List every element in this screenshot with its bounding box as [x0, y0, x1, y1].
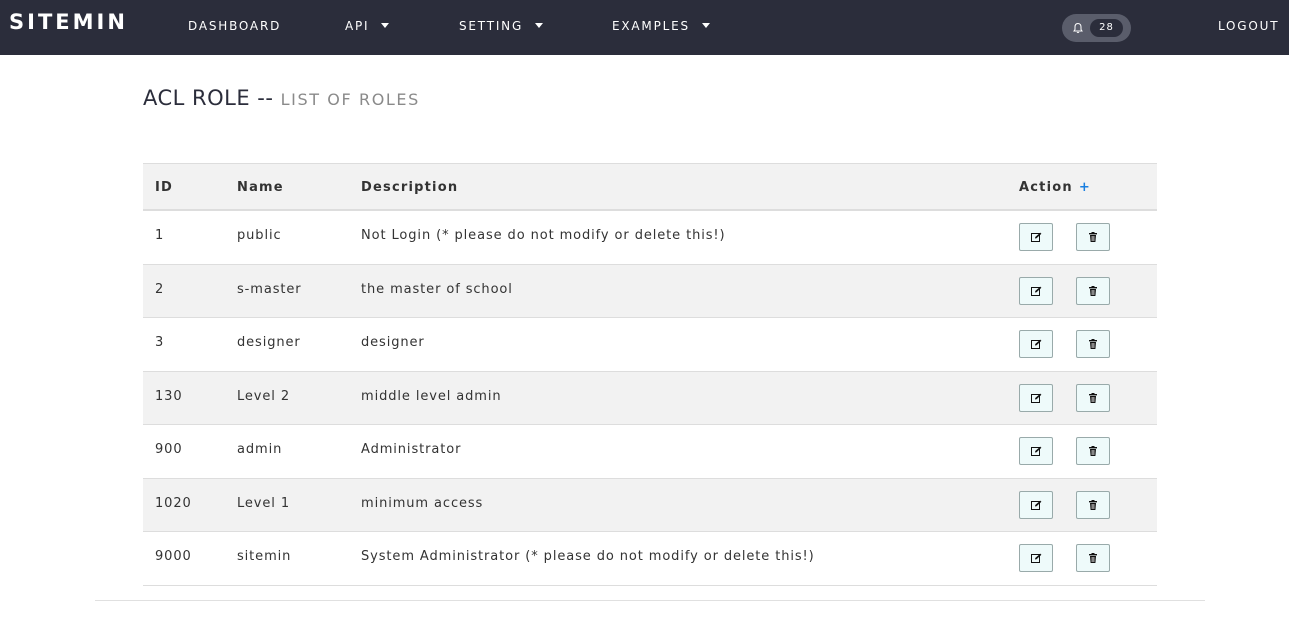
cell-description: middle level admin [361, 389, 502, 404]
delete-button[interactable] [1076, 277, 1110, 305]
column-header-description: Description [361, 180, 459, 195]
cell-name: designer [237, 335, 301, 350]
roles-table: ID Name Description Action + 1 public Not L… [143, 163, 1157, 586]
cell-id: 130 [155, 389, 183, 404]
trash-icon [1089, 286, 1097, 296]
table-row: 1020 Level 1 minimum access [143, 479, 1157, 532]
delete-button[interactable] [1076, 544, 1110, 572]
column-header-name: Name [237, 180, 284, 195]
table-body: 1 public Not Login (* please do not modify… [143, 211, 1157, 586]
cell-id: 9000 [155, 549, 192, 564]
cell-name: admin [237, 442, 283, 457]
cell-description: Not Login (* please do not modify or del… [361, 228, 726, 243]
edit-button[interactable] [1019, 277, 1053, 305]
cell-name: sitemin [237, 549, 292, 564]
brand-logo[interactable]: SITEMIN [9, 10, 128, 34]
page-title: ACL ROLE -- LIST OF ROLES [143, 86, 420, 110]
cell-id: 1020 [155, 496, 192, 511]
edit-button[interactable] [1019, 491, 1053, 519]
trash-icon [1089, 232, 1097, 242]
nav-setting-label: SETTING [459, 19, 524, 33]
trash-icon [1089, 500, 1097, 510]
bell-icon [1073, 22, 1083, 34]
nav-api-label: API [345, 19, 370, 33]
delete-button[interactable] [1076, 330, 1110, 358]
nav-examples-label: EXAMPLES [612, 19, 690, 33]
add-role-icon[interactable]: + [1079, 180, 1091, 195]
cell-description: System Administrator (* please do not mo… [361, 549, 815, 564]
table-row: 130 Level 2 middle level admin [143, 372, 1157, 425]
nav-examples[interactable]: EXAMPLES [612, 19, 710, 33]
table-row: 2 s-master the master of school [143, 265, 1157, 318]
notification-count-badge: 28 [1090, 19, 1123, 37]
cell-id: 900 [155, 442, 183, 457]
edit-icon [1031, 286, 1042, 296]
table-row: 1 public Not Login (* please do not modify… [143, 211, 1157, 265]
nav-dashboard[interactable]: DASHBOARD [188, 19, 281, 33]
top-navbar: SITEMIN DASHBOARD API SETTING EXAMPLES 2… [0, 0, 1289, 55]
edit-icon [1031, 339, 1042, 349]
delete-button[interactable] [1076, 491, 1110, 519]
edit-button[interactable] [1019, 223, 1053, 251]
cell-id: 2 [155, 282, 165, 297]
column-header-action: Action + [1019, 180, 1091, 195]
notification-button[interactable]: 28 [1062, 14, 1131, 42]
cell-description: designer [361, 335, 425, 350]
caret-down-icon [535, 23, 544, 28]
edit-icon [1031, 553, 1042, 563]
nav-setting[interactable]: SETTING [459, 19, 544, 33]
table-header: ID Name Description Action + [143, 164, 1157, 211]
cell-id: 1 [155, 228, 165, 243]
trash-icon [1089, 553, 1097, 563]
edit-button[interactable] [1019, 544, 1053, 572]
column-header-action-label: Action [1019, 180, 1073, 195]
page-subtitle: LIST OF ROLES [280, 90, 420, 109]
trash-icon [1089, 446, 1097, 456]
delete-button[interactable] [1076, 223, 1110, 251]
cell-name: public [237, 228, 282, 243]
caret-down-icon [701, 23, 710, 28]
cell-name: s-master [237, 282, 302, 297]
edit-button[interactable] [1019, 330, 1053, 358]
delete-button[interactable] [1076, 384, 1110, 412]
caret-down-icon [381, 23, 390, 28]
cell-description: the master of school [361, 282, 513, 297]
edit-icon [1031, 232, 1042, 242]
edit-button[interactable] [1019, 437, 1053, 465]
trash-icon [1089, 339, 1097, 349]
delete-button[interactable] [1076, 437, 1110, 465]
edit-icon [1031, 393, 1042, 403]
footer-divider [95, 600, 1205, 601]
page-title-text: ACL ROLE -- [143, 86, 274, 110]
nav-api[interactable]: API [345, 19, 390, 33]
logout-link[interactable]: LOGOUT [1218, 19, 1279, 33]
cell-name: Level 1 [237, 496, 291, 511]
trash-icon [1089, 393, 1097, 403]
table-row: 900 admin Administrator [143, 425, 1157, 479]
cell-name: Level 2 [237, 389, 291, 404]
column-header-id: ID [155, 180, 174, 195]
edit-icon [1031, 446, 1042, 456]
cell-description: minimum access [361, 496, 484, 511]
edit-icon [1031, 500, 1042, 510]
table-row: 9000 sitemin System Administrator (* pleas… [143, 532, 1157, 586]
edit-button[interactable] [1019, 384, 1053, 412]
table-row: 3 designer designer [143, 318, 1157, 372]
cell-id: 3 [155, 335, 165, 350]
cell-description: Administrator [361, 442, 462, 457]
